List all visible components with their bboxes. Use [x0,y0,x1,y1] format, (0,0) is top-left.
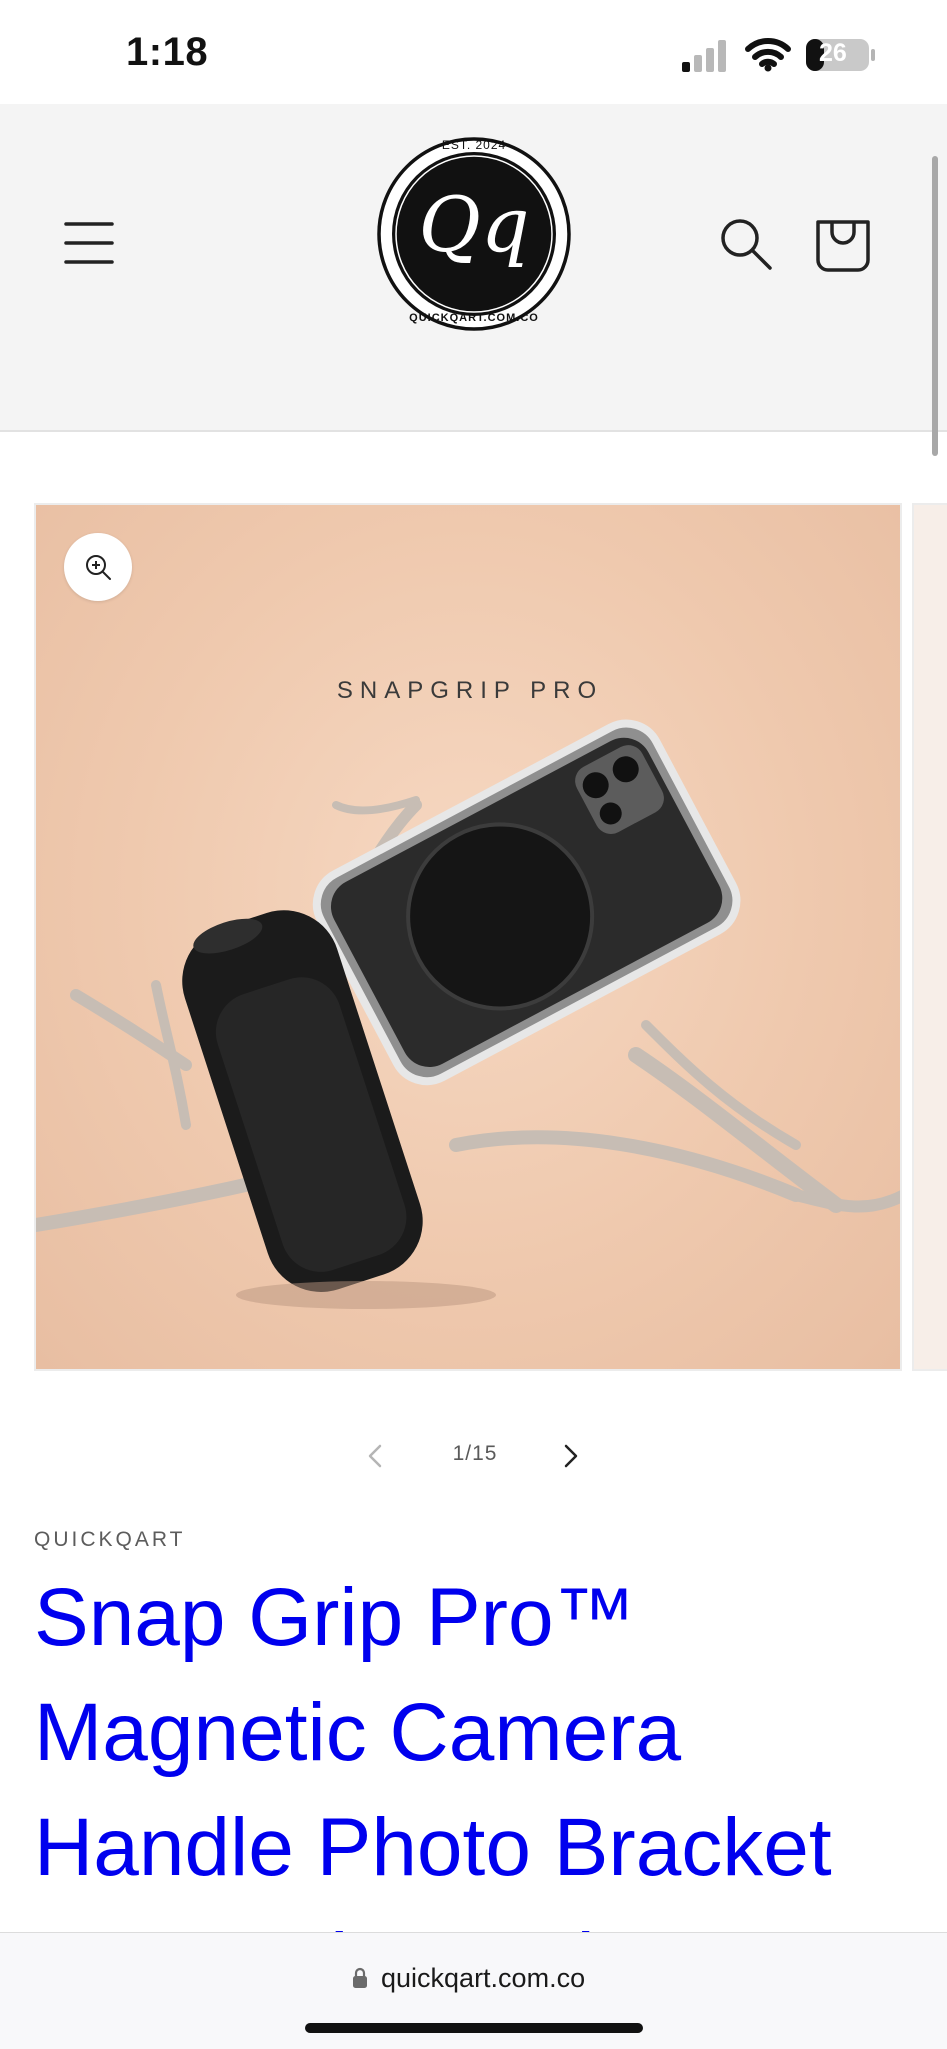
cellular-signal-icon [682,40,726,72]
lock-icon [353,1967,367,1988]
logo-est-text: EST. 2024 [441,138,507,152]
product-photo [36,719,900,1309]
logo-monogram: Qq [418,180,530,269]
status-bar: 1:18 26 [0,0,947,104]
product-image[interactable]: SNAPGRIP PRO [34,503,902,1371]
chevron-right-icon[interactable] [552,1438,588,1474]
hamburger-menu-icon[interactable] [58,212,120,274]
home-indicator[interactable] [305,2023,643,2033]
shopping-bag-icon[interactable] [812,208,874,274]
store-logo[interactable]: EST. 2024 Qq QUICKQART.COM.CO [374,134,574,334]
chevron-left-icon[interactable] [358,1438,394,1474]
battery-icon: 26 [805,38,877,72]
logo-domain-text: QUICKQART.COM.CO [409,312,539,324]
search-icon[interactable] [714,212,776,274]
page-scrollbar[interactable] [932,156,938,456]
product-vendor: QUICKQART [34,1528,186,1551]
zoom-in-icon [86,555,111,580]
status-time: 1:18 [126,30,209,74]
store-header: EST. 2024 Qq QUICKQART.COM.CO [0,104,947,432]
slide-counter: 1/15 [452,1442,498,1465]
zoom-button[interactable] [64,533,132,601]
browser-url-bar[interactable]: quickqart.com.co [0,1932,947,2049]
image-caption-text: SNAPGRIP PRO [336,677,604,704]
url-text[interactable]: quickqart.com.co [381,1963,585,1994]
wifi-icon [745,38,791,72]
next-product-image-peek[interactable] [912,503,947,1371]
battery-level: 26 [819,39,847,67]
